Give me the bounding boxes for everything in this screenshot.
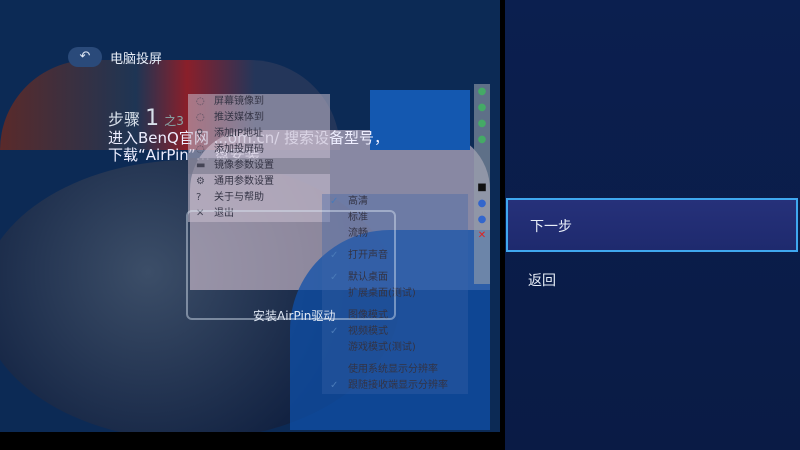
bottom-bar bbox=[0, 432, 505, 450]
step-total: 之3 bbox=[164, 114, 184, 128]
menu-item: ◌ 屏幕镜像到 bbox=[196, 96, 264, 107]
next-step-button[interactable]: 下一步 bbox=[506, 198, 798, 252]
ghost-context-menu: ◌ 屏幕镜像到 ◌ 推送媒体到 ⚲ 添加IP地址 ◌ 添加投屏码 ▬ 镜像参数设置 ⚙ 通用… bbox=[188, 94, 330, 222]
page-title: 电脑投屏 bbox=[110, 52, 163, 67]
menu-item: ▬ 镜像参数设置 bbox=[188, 158, 330, 174]
install-label: 安装AirPin驱动 bbox=[253, 309, 336, 323]
menu-item: ◌ 添加投屏码 bbox=[196, 144, 264, 155]
step-number: 1 bbox=[145, 106, 160, 131]
submenu-item: 高清 bbox=[322, 194, 468, 210]
submenu-item: 跟随接收端显示分辨率 bbox=[322, 378, 468, 394]
menu-item: ◌ 推送媒体到 bbox=[196, 112, 264, 123]
ghost-toolbar: ● ● ● ● ■ ● ● ✕ bbox=[474, 84, 490, 284]
submenu-item: 游戏模式(测试) bbox=[348, 342, 416, 353]
step-indicator: 步骤 1 之3 bbox=[108, 106, 184, 131]
menu-item: ⚙ 通用参数设置 bbox=[196, 176, 274, 187]
back-icon: ↶ bbox=[79, 49, 91, 64]
preview-area: ↶ 电脑投屏 步骤 1 之3 进入BenQ官网 ...om.cn/ 搜索设备型号… bbox=[0, 0, 500, 432]
submenu-item: 视频模式 bbox=[322, 324, 468, 340]
menu-item: ? 关于与帮助 bbox=[196, 192, 264, 203]
menu-item: ⚲ 添加IP地址 bbox=[196, 128, 263, 139]
submenu-item: 使用系统显示分辨率 bbox=[348, 364, 438, 375]
step-label: 步骤 bbox=[108, 110, 141, 129]
return-button[interactable]: 返回 bbox=[506, 254, 798, 308]
back-button[interactable]: ↶ bbox=[68, 47, 102, 67]
laptop-icon bbox=[186, 210, 396, 320]
